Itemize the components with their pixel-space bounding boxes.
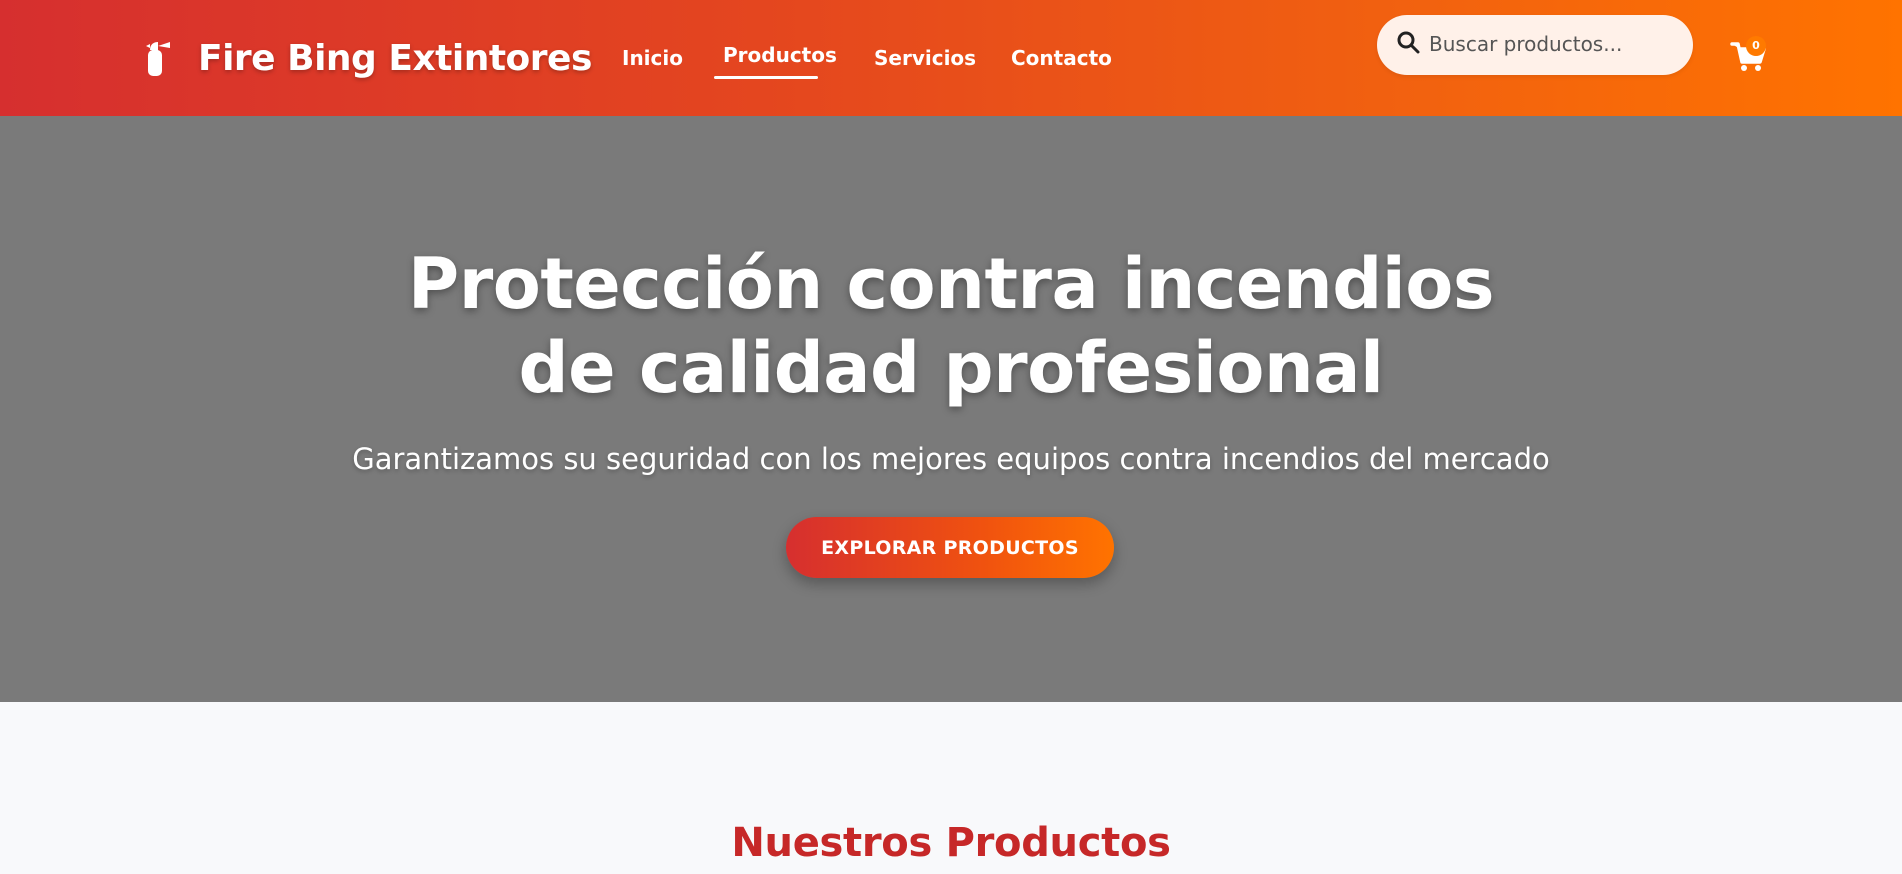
search-box (1377, 15, 1693, 75)
search-icon[interactable] (1395, 29, 1421, 55)
explore-products-button[interactable]: EXPLORAR PRODUCTOS (786, 517, 1114, 578)
search-input[interactable] (1425, 27, 1675, 61)
brand[interactable]: Fire Bing Extintores (136, 34, 592, 82)
hero-subtitle: Garantizamos su seguridad con los mejore… (352, 442, 1550, 476)
nav-item-productos[interactable]: Productos (723, 43, 837, 67)
site-header: Fire Bing Extintores Inicio Productos Se… (0, 0, 1902, 116)
hero-title-line-2: de calidad profesional (518, 327, 1384, 409)
products-section-title: Nuestros Productos (731, 820, 1171, 866)
fire-extinguisher-icon (146, 42, 170, 76)
nav-item-contacto[interactable]: Contacto (1011, 46, 1112, 70)
hero-title-line-1: Protección contra incendios (407, 243, 1495, 325)
hero-section: Protección contra incendios de calidad p… (0, 116, 1902, 702)
nav-item-inicio[interactable]: Inicio (622, 46, 683, 70)
active-nav-indicator (714, 76, 818, 79)
nav-item-servicios[interactable]: Servicios (874, 46, 976, 70)
hero-title: Protección contra incendios de calidad p… (0, 242, 1902, 410)
brand-title: Fire Bing Extintores (198, 37, 592, 79)
cart-count-badge: 0 (1746, 36, 1766, 56)
